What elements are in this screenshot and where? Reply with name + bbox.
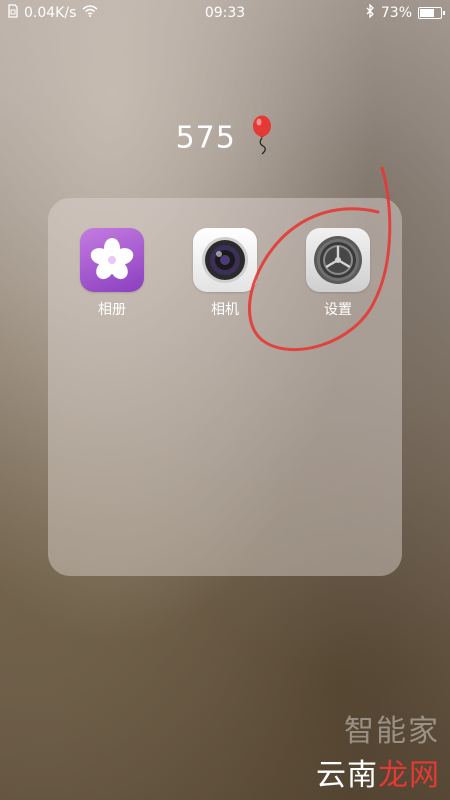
- status-bar: 0.04K/s 09:33 73%: [0, 0, 450, 26]
- app-camera[interactable]: 相机: [180, 228, 270, 319]
- folder-panel: 相册 相机 设置: [48, 198, 402, 576]
- watermark-line2: 云南龙网: [316, 750, 440, 794]
- network-speed: 0.04K/s: [24, 5, 77, 21]
- watermark-line1: 智能家: [344, 714, 440, 749]
- watermark: 智能家 云南龙网: [316, 706, 440, 794]
- bluetooth-icon: [366, 3, 375, 22]
- app-settings[interactable]: 设置: [293, 228, 383, 319]
- settings-gear-icon[interactable]: [306, 228, 370, 292]
- battery-icon: [418, 7, 445, 19]
- app-label-photos: 相册: [98, 302, 126, 318]
- app-label-camera: 相机: [211, 302, 239, 318]
- sim-icon: [8, 4, 18, 22]
- folder-title[interactable]: 575: [0, 115, 450, 163]
- camera-lens-icon[interactable]: [193, 228, 257, 292]
- battery-level: [420, 9, 435, 17]
- status-left: 0.04K/s: [8, 4, 98, 22]
- battery-percent: 73%: [380, 5, 412, 21]
- balloon-icon: [250, 115, 274, 163]
- wifi-icon: [82, 5, 98, 21]
- status-right: 73%: [366, 3, 445, 22]
- photos-flower-icon[interactable]: [80, 228, 144, 292]
- folder-title-text: 575: [175, 120, 236, 156]
- watermark-line2-b: 龙网: [378, 758, 440, 793]
- watermark-line2-a: 云南: [316, 758, 378, 793]
- app-photos[interactable]: 相册: [67, 228, 157, 319]
- app-label-settings: 设置: [324, 302, 352, 318]
